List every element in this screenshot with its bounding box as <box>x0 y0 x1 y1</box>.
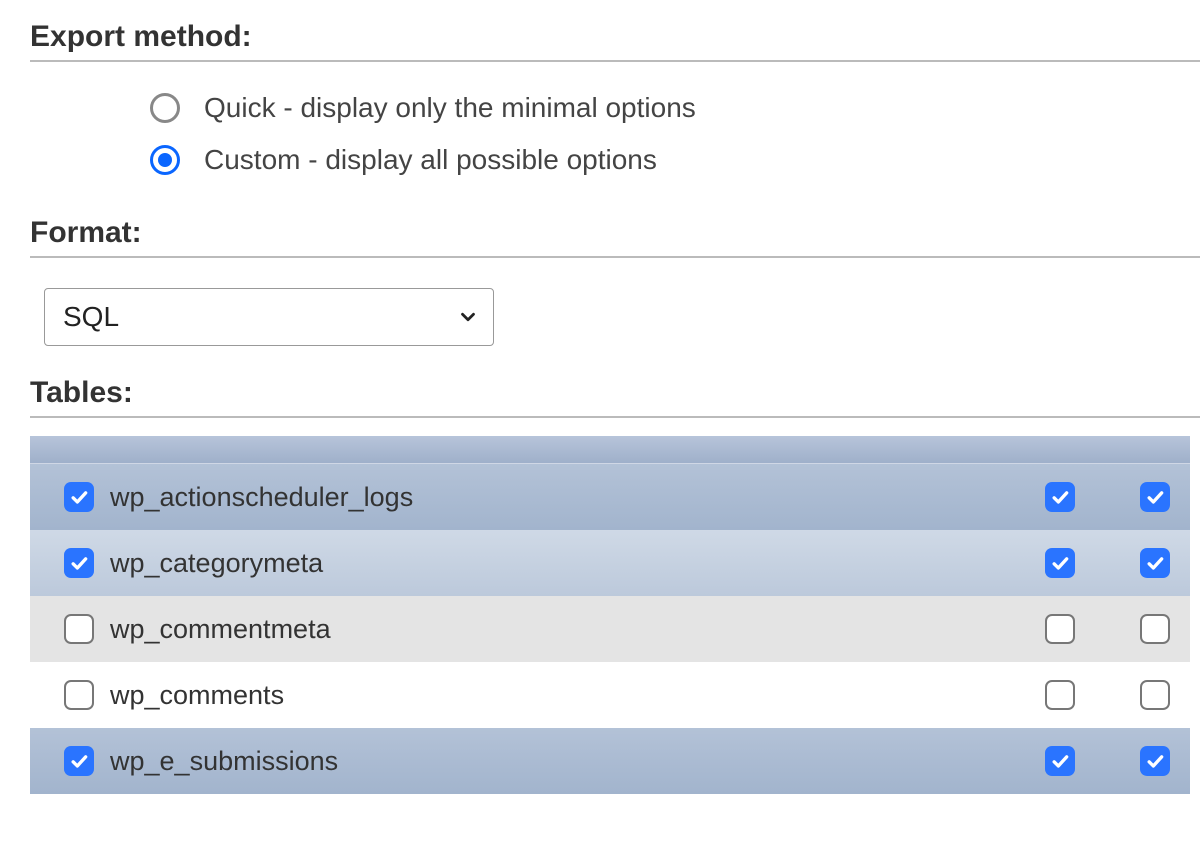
table-data-checkbox[interactable] <box>1140 482 1170 512</box>
table-name: wp_comments <box>110 680 1042 711</box>
export-method-radio-group: Quick - display only the minimal options… <box>30 62 1200 216</box>
tables-heading: Tables: <box>30 376 1200 418</box>
table-row[interactable]: wp_actionscheduler_logs <box>30 464 1190 530</box>
table-structure-checkbox[interactable] <box>1045 680 1075 710</box>
radio-option-quick[interactable]: Quick - display only the minimal options <box>150 92 1200 124</box>
table-name: wp_actionscheduler_logs <box>110 482 1042 513</box>
table-data-checkbox[interactable] <box>1140 548 1170 578</box>
table-name: wp_categorymeta <box>110 548 1042 579</box>
format-select-value: SQL <box>63 301 119 333</box>
table-structure-checkbox[interactable] <box>1045 482 1075 512</box>
table-select-checkbox[interactable] <box>64 746 94 776</box>
format-select[interactable]: SQL <box>44 288 494 346</box>
radio-option-custom[interactable]: Custom - display all possible options <box>150 144 1200 176</box>
chevron-down-icon <box>457 306 479 328</box>
table-structure-checkbox[interactable] <box>1045 548 1075 578</box>
table-row[interactable]: wp_categorymeta <box>30 530 1190 596</box>
radio-custom-control[interactable] <box>150 145 180 175</box>
table-select-checkbox[interactable] <box>64 482 94 512</box>
table-structure-checkbox[interactable] <box>1045 614 1075 644</box>
table-select-checkbox[interactable] <box>64 548 94 578</box>
table-row[interactable]: wp_e_submissions <box>30 728 1190 794</box>
table-select-checkbox[interactable] <box>64 680 94 710</box>
table-select-checkbox[interactable] <box>64 614 94 644</box>
tables-header-strip <box>30 436 1190 464</box>
table-structure-checkbox[interactable] <box>1045 746 1075 776</box>
table-data-checkbox[interactable] <box>1140 746 1170 776</box>
table-data-checkbox[interactable] <box>1140 680 1170 710</box>
radio-quick-control[interactable] <box>150 93 180 123</box>
radio-quick-label: Quick - display only the minimal options <box>204 92 696 124</box>
table-name: wp_commentmeta <box>110 614 1042 645</box>
radio-custom-label: Custom - display all possible options <box>204 144 657 176</box>
format-heading: Format: <box>30 216 1200 258</box>
tables-list: wp_actionscheduler_logs wp_categorymetawp… <box>30 436 1190 794</box>
export-method-heading: Export method: <box>30 20 1200 62</box>
table-name: wp_e_submissions <box>110 746 1042 777</box>
table-row[interactable]: wp_commentmeta <box>30 596 1190 662</box>
table-data-checkbox[interactable] <box>1140 614 1170 644</box>
table-row[interactable]: wp_comments <box>30 662 1190 728</box>
